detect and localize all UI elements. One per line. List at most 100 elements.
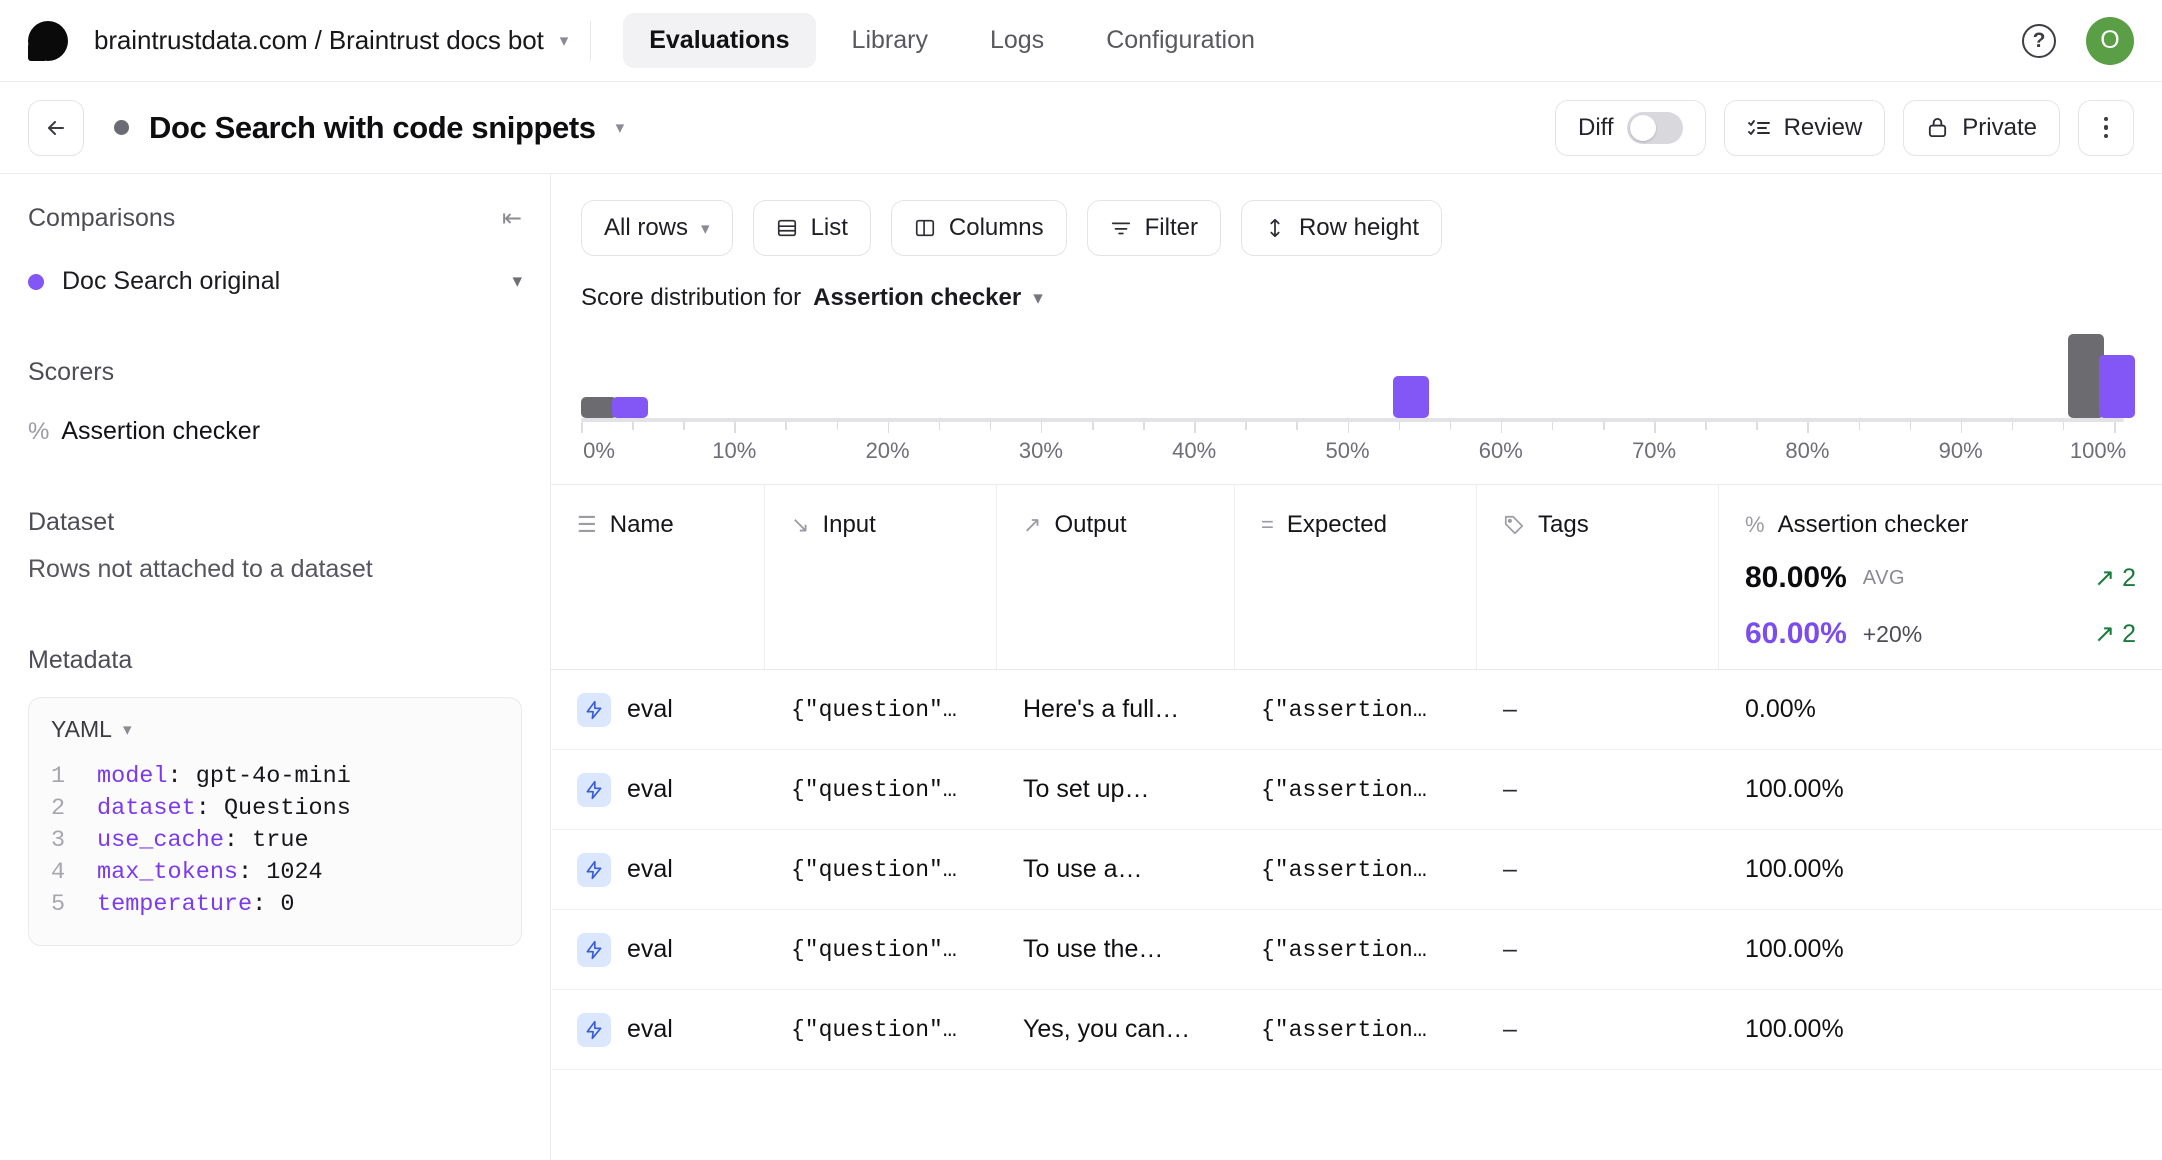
column-header-tags[interactable]: Tags <box>1477 485 1719 669</box>
row-height-button[interactable]: Row height <box>1241 200 1442 256</box>
row-tags: – <box>1477 935 1719 964</box>
yaml-value: Questions <box>224 793 351 825</box>
dots-vertical-icon <box>2104 117 2109 139</box>
comparisons-label: Comparisons <box>28 204 175 233</box>
yaml-value: gpt-4o-mini <box>196 761 351 793</box>
experiment-actions: Diff Review Private <box>1555 100 2134 156</box>
axis-tick <box>1194 422 1196 433</box>
diff-label: Diff <box>1578 114 1614 142</box>
yaml-key: model <box>97 761 168 793</box>
org-breadcrumb-label: braintrustdata.com / Braintrust docs bot <box>94 25 544 56</box>
score-distribution-chart: 0%10%20%30%40%50%60%70%80%90%100% <box>581 322 2132 462</box>
review-button[interactable]: Review <box>1724 100 1886 156</box>
columns-button[interactable]: Columns <box>891 200 1067 256</box>
table-row[interactable]: eval{"question"…To use a…{"assertion…–10… <box>551 830 2162 910</box>
arrow-down-right-icon: ↘ <box>791 514 809 536</box>
diff-toggle[interactable]: Diff <box>1555 100 1706 156</box>
filter-button[interactable]: Filter <box>1087 200 1221 256</box>
column-header-input[interactable]: ↘ Input <box>765 485 997 669</box>
table-toolbar: All rows ▾ List Columns <box>551 174 2162 256</box>
list-view-button[interactable]: List <box>753 200 871 256</box>
row-score: 100.00% <box>1719 1015 2162 1044</box>
comparison-name: Doc Search original <box>62 267 280 296</box>
dataset-value: Rows not attached to a dataset <box>28 555 522 584</box>
axis-minor-tick <box>837 422 839 430</box>
axis-tick <box>1501 422 1503 433</box>
table-row[interactable]: eval{"question"…To use the…{"assertion…–… <box>551 910 2162 990</box>
all-rows-filter-button[interactable]: All rows ▾ <box>581 200 733 256</box>
axis-minor-tick <box>1296 422 1298 430</box>
metadata-format-selector[interactable]: YAML ▾ <box>51 716 499 743</box>
help-icon[interactable]: ? <box>2022 24 2056 58</box>
row-expected: {"assertion… <box>1235 697 1477 723</box>
review-label: Review <box>1784 114 1863 142</box>
column-label: Expected <box>1287 511 1387 539</box>
back-button[interactable] <box>28 100 84 156</box>
chart-plot-area <box>581 322 2124 418</box>
avatar[interactable]: O <box>2086 17 2134 65</box>
chart-bar[interactable] <box>2099 355 2135 418</box>
chart-bar[interactable] <box>1393 376 1429 418</box>
scorer-label: Assertion checker <box>61 417 260 446</box>
row-expected: {"assertion… <box>1235 1017 1477 1043</box>
scorers-label: Scorers <box>28 358 522 387</box>
row-expected: {"assertion… <box>1235 857 1477 883</box>
bolt-icon <box>577 1013 611 1047</box>
bolt-icon <box>577 853 611 887</box>
yaml-key: use_cache <box>97 825 224 857</box>
list-label: List <box>811 214 848 242</box>
aggregate-delta: ↗ 2 <box>2094 563 2136 593</box>
column-label: Name <box>610 511 674 539</box>
column-header-output[interactable]: ↗ Output <box>997 485 1235 669</box>
axis-minor-tick <box>1859 422 1861 430</box>
bolt-icon <box>577 693 611 727</box>
line-number: 2 <box>51 793 97 825</box>
row-score: 100.00% <box>1719 855 2162 884</box>
org-breadcrumb[interactable]: braintrustdata.com / Braintrust docs bot… <box>94 25 568 56</box>
row-name: eval <box>627 935 673 964</box>
yaml-sep: : <box>252 889 280 921</box>
equals-icon: = <box>1261 514 1274 536</box>
column-header-name[interactable]: ☰ Name <box>551 485 765 669</box>
axis-minor-tick <box>1910 422 1912 430</box>
table-row[interactable]: eval{"question"…Yes, you can…{"assertion… <box>551 990 2162 1070</box>
chevron-down-icon[interactable]: ▾ <box>1033 287 1043 310</box>
chevron-down-icon[interactable]: ▾ <box>512 270 522 293</box>
main-panel: All rows ▾ List Columns <box>551 174 2162 1160</box>
filter-icon <box>1110 217 1132 239</box>
axis-minor-tick <box>990 422 992 430</box>
axis-tick-label: 30% <box>1019 438 1063 464</box>
comparison-delta-group: ↗ 2 <box>2094 619 2136 649</box>
more-options-button[interactable] <box>2078 100 2134 156</box>
table-row[interactable]: eval{"question"…Here's a full…{"assertio… <box>551 670 2162 750</box>
tab-configuration[interactable]: Configuration <box>1080 13 1281 68</box>
toggle-switch[interactable] <box>1627 112 1683 144</box>
axis-minor-tick <box>1245 422 1247 430</box>
all-rows-label: All rows <box>604 214 688 242</box>
chart-bar[interactable] <box>612 397 648 418</box>
chevron-down-icon[interactable]: ▾ <box>616 119 625 136</box>
collapse-sidebar-icon[interactable]: ⇤ <box>502 204 522 233</box>
column-header-assertion-checker[interactable]: % Assertion checker 80.00% AVG ↗ 2 <box>1719 485 2162 669</box>
row-height-icon <box>1264 217 1286 239</box>
experiment-title-group[interactable]: Doc Search with code snippets ▾ <box>114 110 624 146</box>
column-header-expected[interactable]: = Expected <box>1235 485 1477 669</box>
app-root: braintrustdata.com / Braintrust docs bot… <box>0 0 2162 1160</box>
comparison-delta: +20% <box>1863 621 1922 648</box>
row-input: {"question"… <box>765 697 997 723</box>
rows-icon: ☰ <box>577 514 597 536</box>
chevron-down-icon[interactable]: ▾ <box>560 32 568 49</box>
private-button[interactable]: Private <box>1903 100 2060 156</box>
axis-tick <box>1807 422 1809 433</box>
comparison-item[interactable]: Doc Search original ▾ <box>28 267 522 296</box>
tab-evaluations[interactable]: Evaluations <box>623 13 815 68</box>
tab-logs[interactable]: Logs <box>964 13 1070 68</box>
axis-minor-tick <box>2063 422 2065 430</box>
table-row[interactable]: eval{"question"…To set up…{"assertion…–1… <box>551 750 2162 830</box>
scorer-item-assertion-checker[interactable]: % Assertion checker <box>28 417 522 446</box>
row-tags: – <box>1477 855 1719 884</box>
axis-tick-label: 90% <box>1939 438 1983 464</box>
braintrust-logo-icon[interactable] <box>28 21 68 61</box>
tab-library[interactable]: Library <box>826 13 954 68</box>
chevron-down-icon[interactable]: ▾ <box>123 721 132 738</box>
